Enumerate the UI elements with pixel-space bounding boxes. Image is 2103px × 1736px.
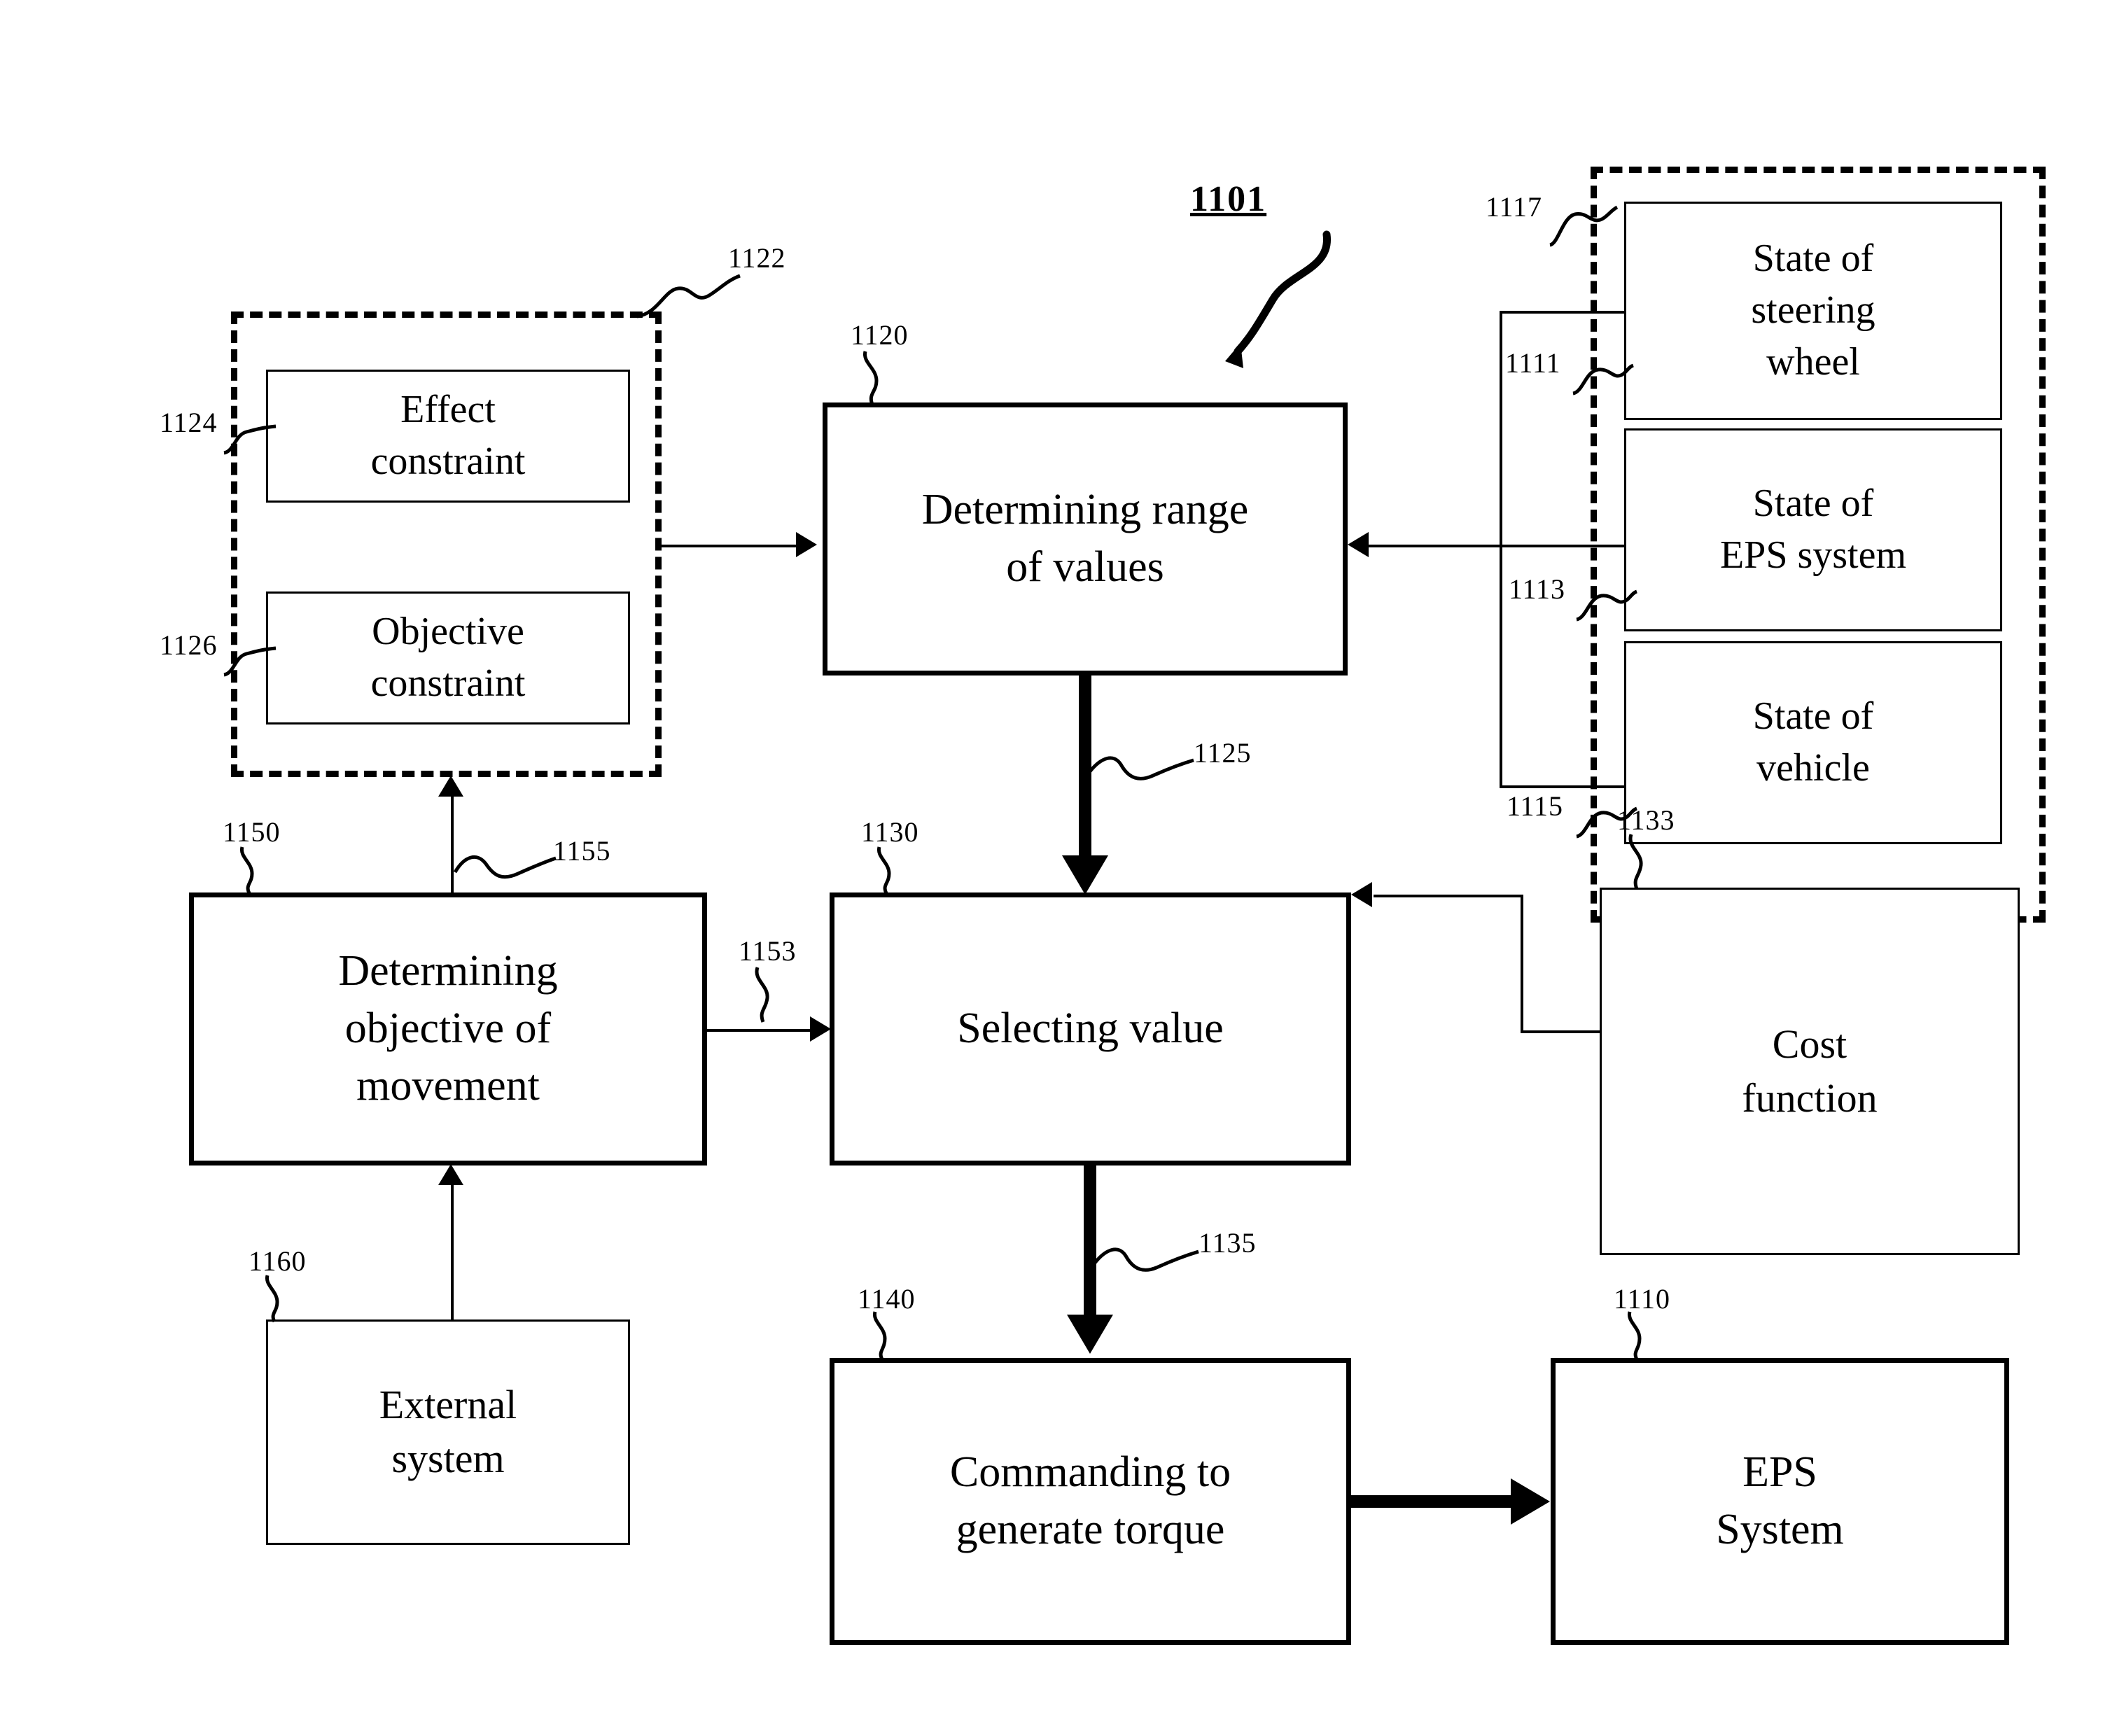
objective-to-constraints-ref: 1155: [553, 835, 611, 867]
determining-range-label: Determining range of values: [921, 486, 1249, 591]
objective-to-constraints-arrowhead: [438, 776, 463, 797]
select-to-command-leader: [1094, 1239, 1202, 1288]
state-vehicle-ref: 1115: [1507, 790, 1564, 822]
objective-to-select-arrowhead: [810, 1016, 831, 1042]
objective-constraint-ref: 1126: [160, 629, 218, 661]
states-to-range-arrowhead: [1348, 532, 1369, 557]
external-to-objective-arrowhead: [438, 1164, 463, 1185]
commanding-torque-box: Commanding to generate torque: [830, 1358, 1351, 1645]
commanding-torque-label: Commanding to generate torque: [949, 1448, 1231, 1553]
state-of-steering-wheel-box: State of steering wheel: [1624, 202, 2002, 420]
state-eps-system-stub: [1500, 545, 1626, 547]
range-to-select-ref: 1125: [1194, 737, 1252, 769]
external-to-objective-line: [451, 1175, 454, 1322]
selecting-value-leader: [874, 846, 916, 895]
state-bus-vertical-line: [1500, 311, 1502, 787]
effect-constraint-leader: [223, 416, 279, 458]
objective-to-select-leader: [750, 966, 792, 1023]
states-group-leader: [1549, 202, 1619, 251]
state-vehicle-stub: [1500, 785, 1626, 788]
determining-range-ref: 1120: [851, 319, 909, 351]
effect-constraint-label: Effect constraint: [370, 388, 526, 483]
cost-function-box: Cost function: [1600, 888, 2020, 1255]
state-of-vehicle-box: State of vehicle: [1624, 641, 2002, 844]
effect-constraint-box: Effect constraint: [266, 370, 630, 503]
cost-function-ref: 1133: [1617, 804, 1675, 836]
external-system-label: External system: [379, 1382, 517, 1481]
determining-objective-leader: [237, 846, 279, 895]
external-system-ref: 1160: [249, 1245, 307, 1277]
objective-constraint-box: Objective constraint: [266, 592, 630, 724]
objective-constraint-leader: [223, 638, 279, 680]
eps-system-box: EPS System: [1551, 1358, 2009, 1645]
selecting-value-ref: 1130: [861, 816, 919, 848]
determining-objective-ref: 1150: [223, 816, 281, 848]
determining-range-box: Determining range of values: [823, 402, 1348, 676]
select-to-command-arrowhead: [1067, 1315, 1113, 1354]
range-to-select-arrowhead: [1062, 855, 1108, 895]
external-system-leader: [262, 1274, 304, 1323]
objective-to-constraints-leader: [453, 848, 559, 890]
commanding-torque-leader: [869, 1310, 911, 1361]
eps-system-leader: [1624, 1310, 1666, 1361]
patent-figure-canvas: 1101 1122 Effect constraint 1124 Objecti…: [0, 0, 2103, 1736]
constraints-group-leader: [634, 273, 746, 322]
constraints-to-range-line: [662, 545, 796, 547]
constraints-to-range-arrowhead: [796, 532, 817, 557]
command-to-eps-arrowhead: [1511, 1478, 1550, 1525]
objective-to-select-line: [707, 1029, 812, 1032]
state-steering-wheel-leader: [1572, 358, 1635, 400]
effect-constraint-ref: 1124: [160, 407, 218, 438]
state-of-eps-system-box: State of EPS system: [1624, 428, 2002, 631]
cost-function-out-line: [1521, 1030, 1602, 1033]
cost-to-select-line: [1374, 895, 1522, 897]
state-of-eps-system-label: State of EPS system: [1719, 482, 1907, 577]
constraints-group-ref: 1122: [728, 242, 786, 274]
cost-function-riser-line: [1521, 895, 1523, 1032]
state-steering-wheel-stub: [1500, 311, 1626, 314]
selecting-value-label: Selecting value: [957, 1004, 1224, 1053]
range-to-select-leader: [1089, 748, 1197, 797]
cost-function-leader: [1624, 833, 1666, 890]
state-of-vehicle-label: State of vehicle: [1752, 694, 1874, 790]
determining-range-leader: [860, 350, 902, 407]
select-to-command-ref: 1135: [1199, 1227, 1257, 1259]
states-to-range-line: [1369, 545, 1502, 547]
state-steering-wheel-ref: 1111: [1505, 347, 1561, 379]
figure-id-arrow: [1183, 230, 1337, 378]
command-to-eps-line: [1351, 1495, 1512, 1508]
selecting-value-box: Selecting value: [830, 892, 1351, 1166]
state-eps-system-leader: [1575, 584, 1638, 626]
figure-id-label: 1101: [1190, 179, 1267, 219]
determining-objective-label: Determining objective of movement: [338, 947, 558, 1110]
state-eps-system-ref: 1113: [1509, 573, 1566, 605]
objective-to-select-ref: 1153: [739, 935, 797, 967]
determining-objective-box: Determining objective of movement: [189, 892, 707, 1166]
cost-function-label: Cost function: [1742, 1021, 1878, 1121]
external-system-box: External system: [266, 1320, 630, 1545]
eps-system-label: EPS System: [1716, 1448, 1844, 1553]
cost-to-select-arrowhead: [1351, 882, 1372, 907]
objective-constraint-label: Objective constraint: [370, 610, 526, 705]
state-of-steering-wheel-label: State of steering wheel: [1751, 237, 1875, 384]
states-group-ref: 1117: [1486, 191, 1543, 223]
